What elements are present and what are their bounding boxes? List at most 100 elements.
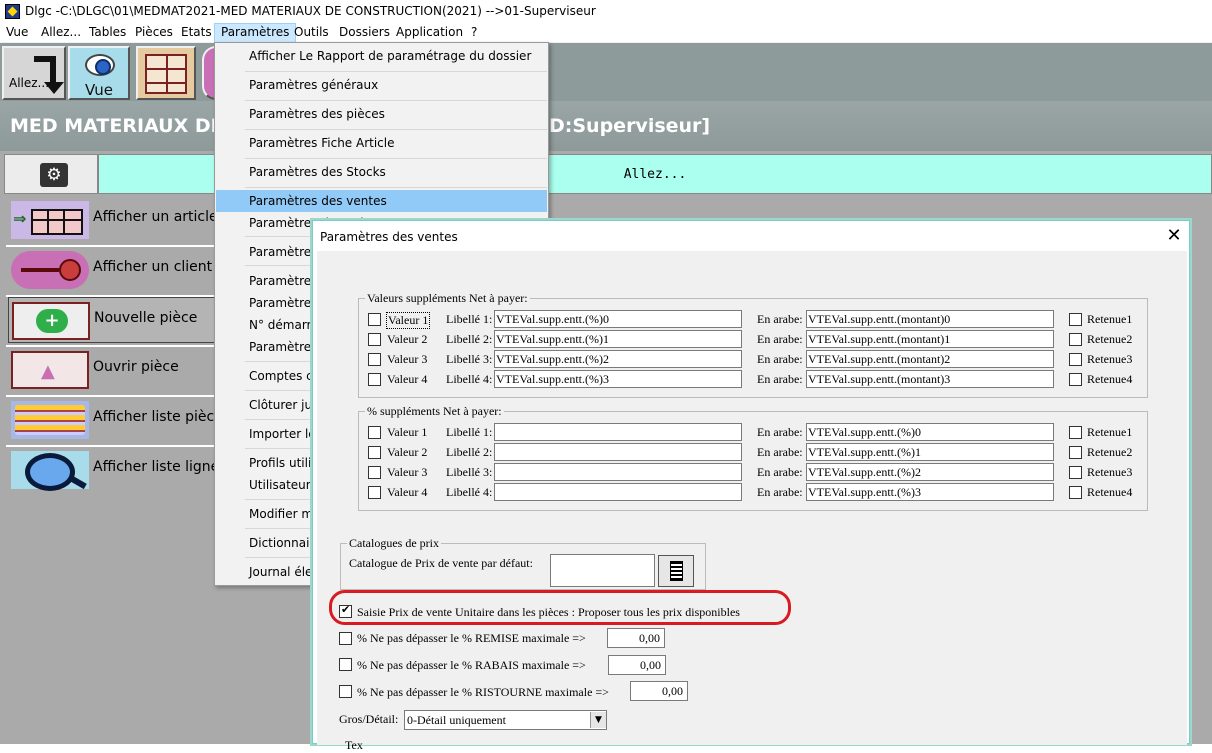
pct-retenue4-checkbox[interactable] bbox=[1069, 486, 1082, 499]
menu-application[interactable]: Application bbox=[390, 23, 469, 43]
pct-arabe1-input[interactable]: VTEVal.supp.entt.(%)0 bbox=[806, 423, 1054, 441]
pct-retenue1-checkbox[interactable] bbox=[1069, 426, 1082, 439]
retenue2-checkbox[interactable] bbox=[1069, 333, 1082, 346]
menu-item-parametres-ventes[interactable]: Paramètres des ventes bbox=[216, 190, 547, 212]
menu-item-parametres-pieces[interactable]: Paramètres des pièces bbox=[216, 103, 547, 125]
arabe-label: En arabe: bbox=[757, 312, 803, 326]
libelle1-input[interactable]: VTEVal.supp.entt.(%)0 bbox=[494, 310, 742, 328]
menu-vue[interactable]: Vue bbox=[0, 23, 34, 43]
pct-valeur4-checkbox[interactable] bbox=[368, 486, 381, 499]
arabe-label: En arabe: bbox=[757, 332, 803, 346]
vue-toolbar-label: Vue bbox=[85, 81, 113, 99]
menu-tables[interactable]: Tables bbox=[83, 23, 132, 43]
ristourne-input[interactable]: 0,00 bbox=[630, 681, 688, 701]
valeur2-checkbox[interactable] bbox=[368, 333, 381, 346]
retenue4-checkbox[interactable] bbox=[1069, 373, 1082, 386]
valeurs-supplements-group: Valeurs suppléments Net à payer: Valeur … bbox=[358, 291, 1148, 398]
valeur1-checkbox[interactable] bbox=[368, 313, 381, 326]
retenue-label: Retenue1 bbox=[1087, 425, 1133, 439]
eye-icon bbox=[85, 54, 115, 76]
open-icon bbox=[11, 351, 89, 389]
pct-retenue2-checkbox[interactable] bbox=[1069, 446, 1082, 459]
gros-detail-value: 0-Détail uniquement bbox=[407, 713, 506, 727]
vue-toolbar-button[interactable]: Vue bbox=[68, 46, 130, 100]
pct-retenue3-checkbox[interactable] bbox=[1069, 466, 1082, 479]
retenue-label: Retenue1 bbox=[1087, 312, 1133, 326]
libelle-label: Libellé 3: bbox=[446, 465, 493, 479]
menu-item-fiche-article[interactable]: Paramètres Fiche Article bbox=[216, 132, 547, 154]
arabe-label: En arabe: bbox=[757, 425, 803, 439]
menu-help[interactable]: ? bbox=[465, 23, 483, 43]
settings-button[interactable]: ⚙ bbox=[4, 154, 98, 194]
pct-libelle4-input[interactable] bbox=[494, 483, 742, 501]
valeur-label: Valeur 3 bbox=[387, 465, 428, 479]
pct-arabe4-input[interactable]: VTEVal.supp.entt.(%)3 bbox=[806, 483, 1054, 501]
libelle2-input[interactable]: VTEVal.supp.entt.(%)1 bbox=[494, 330, 742, 348]
nav-label: Afficher un client bbox=[93, 259, 213, 275]
menu-item-parametres-generaux[interactable]: Paramètres généraux bbox=[216, 74, 547, 96]
retenue-label: Retenue4 bbox=[1087, 372, 1133, 386]
client-icon bbox=[11, 251, 89, 289]
catalogue-input[interactable] bbox=[550, 554, 655, 587]
remise-checkbox[interactable] bbox=[339, 632, 352, 645]
menu-outils[interactable]: Outils bbox=[288, 23, 335, 43]
app-icon bbox=[5, 4, 20, 19]
pct-arabe2-input[interactable]: VTEVal.supp.entt.(%)1 bbox=[806, 443, 1054, 461]
magnifier-icon bbox=[11, 451, 89, 491]
retenue1-checkbox[interactable] bbox=[1069, 313, 1082, 326]
valeur4-checkbox[interactable] bbox=[368, 373, 381, 386]
arabe-label: En arabe: bbox=[757, 352, 803, 366]
catalogue-select-button[interactable] bbox=[658, 555, 694, 587]
close-icon[interactable]: ✕ bbox=[1163, 225, 1185, 247]
pct-valeur3-checkbox[interactable] bbox=[368, 466, 381, 479]
list-icon bbox=[11, 401, 89, 439]
retenue-label: Retenue2 bbox=[1087, 445, 1133, 459]
remise-input[interactable]: 0,00 bbox=[607, 628, 665, 648]
libelle4-input[interactable]: VTEVal.supp.entt.(%)3 bbox=[494, 370, 742, 388]
pct-valeur2-checkbox[interactable] bbox=[368, 446, 381, 459]
menu-separator bbox=[245, 100, 547, 101]
pct-supplements-group: % suppléments Net à payer: Valeur 1 Libe… bbox=[358, 404, 1148, 511]
libelle3-input[interactable]: VTEVal.supp.entt.(%)2 bbox=[494, 350, 742, 368]
rabais-input[interactable]: 0,00 bbox=[608, 655, 666, 675]
arabe3-input[interactable]: VTEVal.supp.entt.(montant)2 bbox=[806, 350, 1054, 368]
pct-libelle2-input[interactable] bbox=[494, 443, 742, 461]
arabe4-input[interactable]: VTEVal.supp.entt.(montant)3 bbox=[806, 370, 1054, 388]
gros-detail-select[interactable]: 0-Détail uniquement ▼ bbox=[404, 710, 607, 730]
libelle-label: Libellé 1: bbox=[446, 425, 493, 439]
arabe1-input[interactable]: VTEVal.supp.entt.(montant)0 bbox=[806, 310, 1054, 328]
menu-separator bbox=[245, 158, 547, 159]
menu-separator bbox=[245, 129, 547, 130]
pct-valeur1-checkbox[interactable] bbox=[368, 426, 381, 439]
menu-separator bbox=[245, 71, 547, 72]
allez-toolbar-button[interactable]: Allez... bbox=[2, 46, 66, 100]
pct-libelle1-input[interactable] bbox=[494, 423, 742, 441]
menu-etats[interactable]: Etats bbox=[175, 23, 218, 43]
libelle-label: Libellé 4: bbox=[446, 485, 493, 499]
menu-allez[interactable]: Allez... bbox=[35, 23, 87, 43]
menu-item-parametres-stocks[interactable]: Paramètres des Stocks bbox=[216, 161, 547, 183]
retenue-label: Retenue2 bbox=[1087, 332, 1133, 346]
nav-label: Ouvrir pièce bbox=[93, 359, 179, 375]
turn-arrowhead-icon bbox=[44, 82, 64, 94]
banner-title-left: MED MATERIAUX DE bbox=[10, 115, 224, 137]
menu-item-rapport-parametrage[interactable]: Afficher Le Rapport de paramétrage du do… bbox=[216, 45, 547, 67]
gear-icon: ⚙ bbox=[40, 163, 68, 187]
arabe-label: En arabe: bbox=[757, 465, 803, 479]
menu-parametres[interactable]: Paramètres bbox=[214, 23, 297, 43]
title-bar: Dlgc -C:\DLGC\01\MEDMAT2021-MED MATERIAU… bbox=[0, 0, 1212, 23]
ristourne-checkbox[interactable] bbox=[339, 685, 352, 698]
pct-arabe3-input[interactable]: VTEVal.supp.entt.(%)2 bbox=[806, 463, 1054, 481]
article-grid-icon bbox=[11, 201, 89, 239]
arabe2-input[interactable]: VTEVal.supp.entt.(montant)1 bbox=[806, 330, 1054, 348]
ristourne-label: % Ne pas dépasser le % RISTOURNE maximal… bbox=[357, 685, 609, 699]
valeur3-checkbox[interactable] bbox=[368, 353, 381, 366]
pct-libelle3-input[interactable] bbox=[494, 463, 742, 481]
rabais-checkbox[interactable] bbox=[339, 658, 352, 671]
dialog-body: Valeurs suppléments Net à payer: Valeur … bbox=[317, 251, 1187, 752]
retenue3-checkbox[interactable] bbox=[1069, 353, 1082, 366]
menu-pieces[interactable]: Pièces bbox=[129, 23, 179, 43]
menu-dossiers[interactable]: Dossiers bbox=[333, 23, 396, 43]
saisie-prix-checkbox[interactable] bbox=[339, 603, 352, 618]
pieces-toolbar-button[interactable] bbox=[136, 46, 196, 100]
